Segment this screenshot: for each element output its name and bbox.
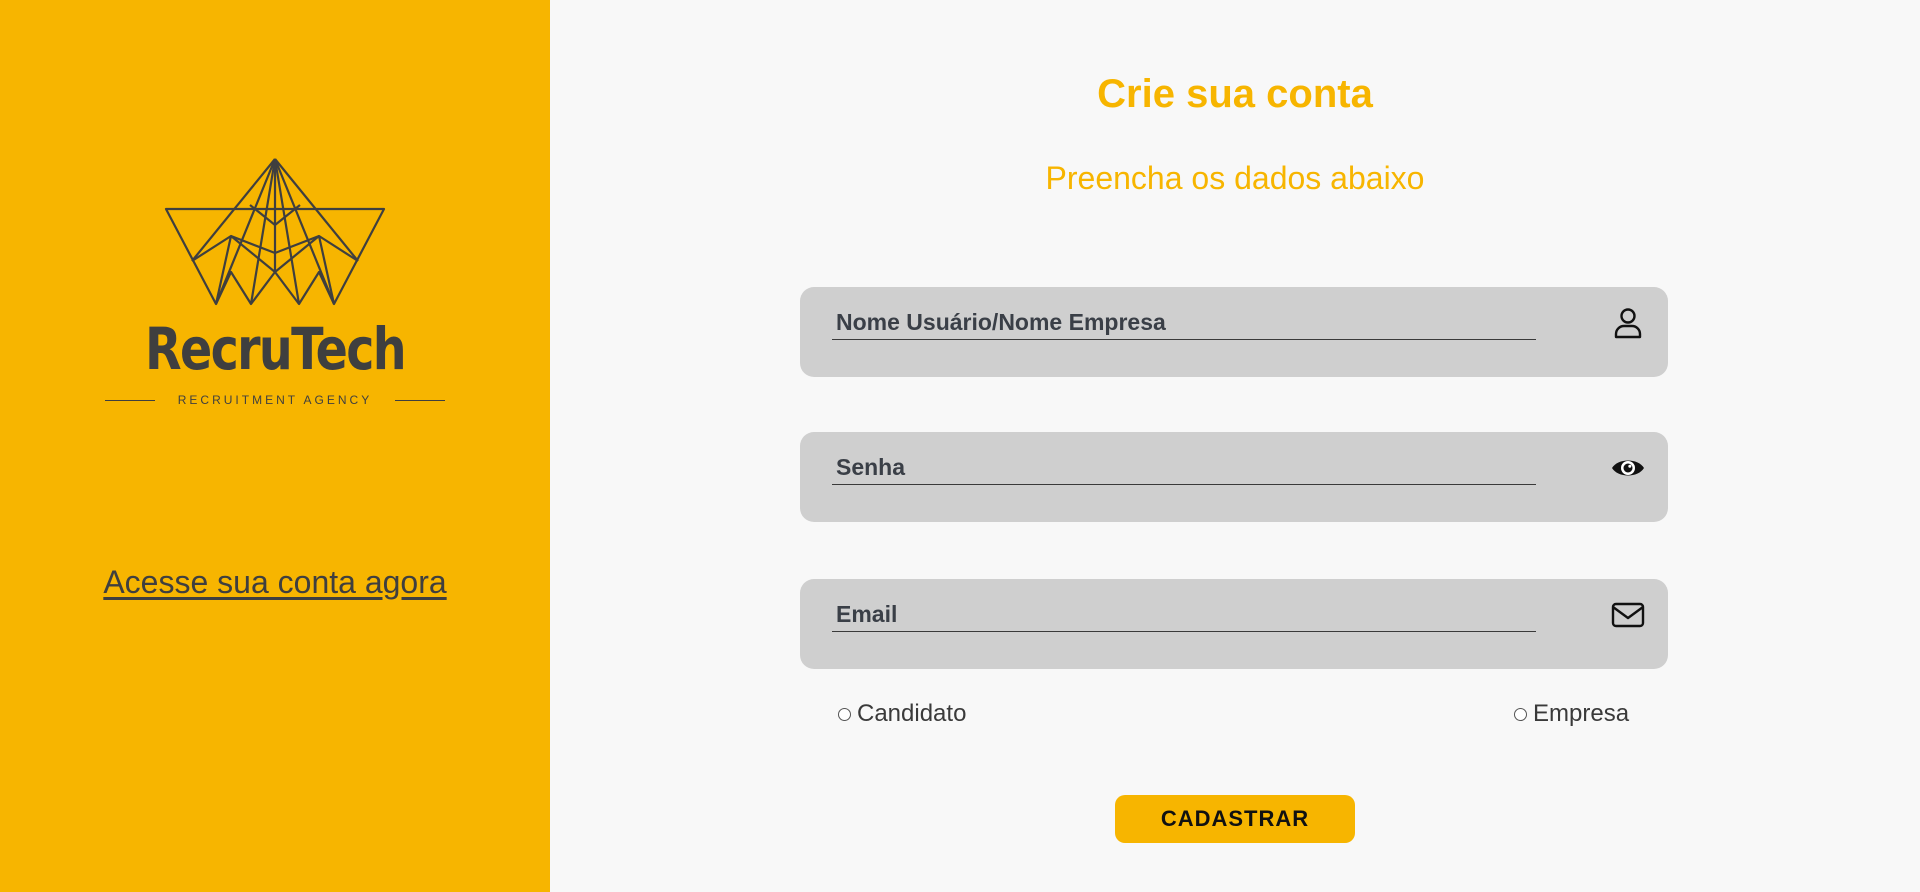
password-input[interactable] xyxy=(832,450,1536,485)
username-field-box xyxy=(800,287,1668,377)
login-link[interactable]: Acesse sua conta agora xyxy=(0,564,550,601)
radio-circle[interactable] xyxy=(1514,707,1527,721)
user-icon xyxy=(1614,308,1642,339)
password-field-box xyxy=(800,432,1668,522)
signup-form: Crie sua conta Preencha os dados abaixo xyxy=(550,0,1920,892)
brand-logo: RecruTech RECRUITMENT AGENCY xyxy=(100,155,450,415)
radio-circle[interactable] xyxy=(838,707,851,721)
eye-icon[interactable] xyxy=(1610,450,1646,486)
form-title: Crie sua conta xyxy=(1097,72,1373,116)
radio-empresa[interactable]: Empresa xyxy=(1514,700,1629,728)
tagline-row: RECRUITMENT AGENCY xyxy=(105,393,445,407)
tagline-divider-left xyxy=(105,399,155,401)
radio-label-candidato: Candidato xyxy=(857,700,967,727)
radio-candidato[interactable]: Candidato xyxy=(838,700,966,728)
logo-emblem-icon xyxy=(164,158,386,306)
signup-page: RecruTech RECRUITMENT AGENCY Acesse sua … xyxy=(0,0,1920,892)
cadastrar-button[interactable]: CADASTRAR xyxy=(1115,795,1355,843)
brand-tagline: RECRUITMENT AGENCY xyxy=(177,393,373,407)
mail-icon xyxy=(1611,602,1645,628)
email-field-box xyxy=(800,579,1668,669)
username-input[interactable] xyxy=(832,305,1536,340)
radio-label-empresa: Empresa xyxy=(1533,700,1630,727)
form-subtitle: Preencha os dados abaixo xyxy=(1045,160,1425,196)
tagline-divider-right xyxy=(395,399,445,401)
brand-name: RecruTech xyxy=(144,315,407,383)
email-input[interactable] xyxy=(832,597,1536,632)
brand-panel: RecruTech RECRUITMENT AGENCY Acesse sua … xyxy=(0,0,550,892)
